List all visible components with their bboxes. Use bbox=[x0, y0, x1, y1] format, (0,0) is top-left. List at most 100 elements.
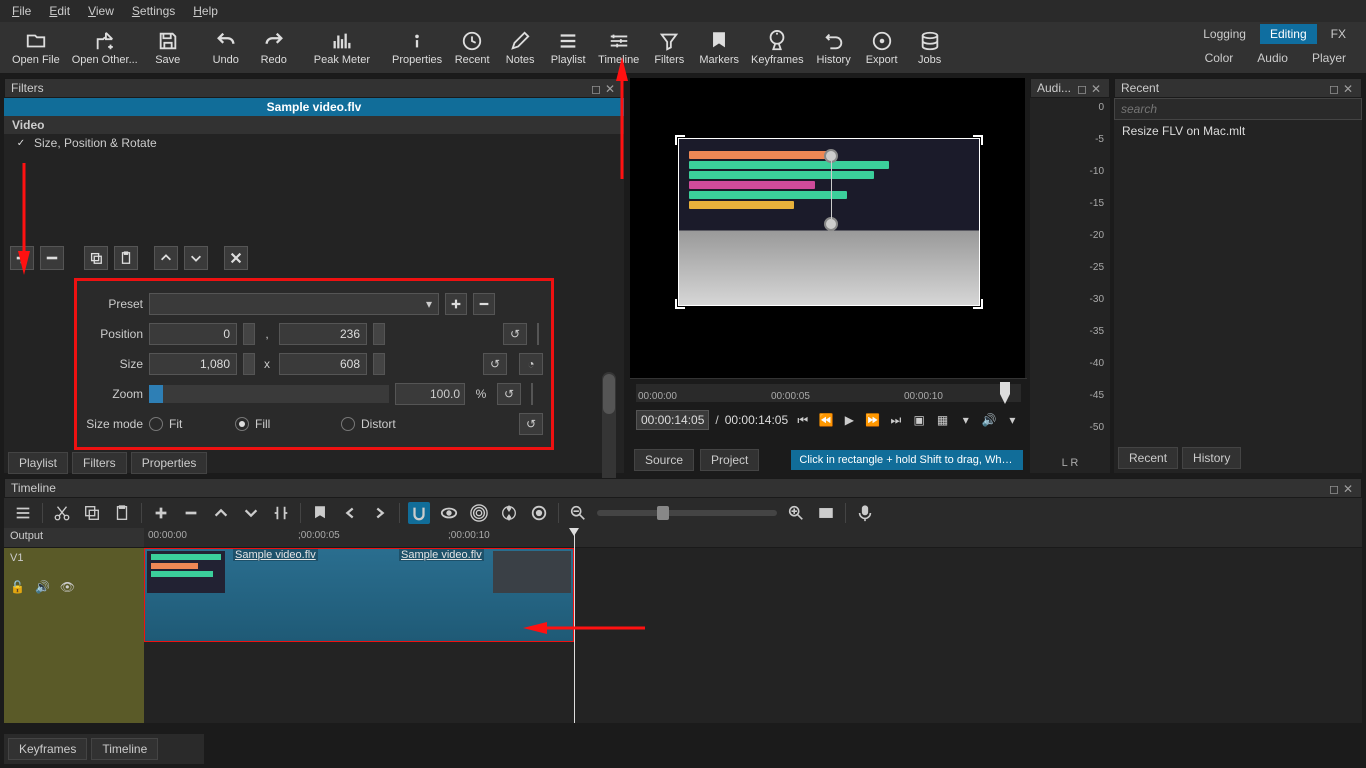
undock-icon[interactable]: ◻ bbox=[1329, 482, 1341, 494]
filters-button[interactable]: Filters bbox=[645, 23, 693, 73]
corner-bl[interactable] bbox=[675, 299, 685, 309]
scrub-playhead[interactable] bbox=[999, 382, 1011, 404]
open-other-button[interactable]: Open Other... bbox=[66, 23, 144, 73]
position-y-input[interactable] bbox=[279, 323, 367, 345]
ripple-icon[interactable] bbox=[468, 502, 490, 524]
mode-fit-radio[interactable] bbox=[149, 417, 163, 431]
ripple-markers-icon[interactable] bbox=[528, 502, 550, 524]
undo-button[interactable]: Undo bbox=[202, 23, 250, 73]
hide-icon[interactable]: 👁 bbox=[60, 580, 75, 594]
open-file-button[interactable]: Open File bbox=[6, 23, 66, 73]
recent-item[interactable]: Resize FLV on Mac.mlt bbox=[1114, 120, 1362, 142]
corner-br[interactable] bbox=[973, 299, 983, 309]
scrub-audio-icon[interactable] bbox=[438, 502, 460, 524]
source-tab[interactable]: Source bbox=[634, 449, 694, 471]
menu-help[interactable]: Help bbox=[185, 2, 226, 20]
add-filter-button[interactable] bbox=[10, 246, 34, 270]
tab-properties[interactable]: Properties bbox=[131, 452, 208, 474]
mode-fill-radio[interactable] bbox=[235, 417, 249, 431]
position-x-spinner[interactable] bbox=[243, 323, 255, 345]
notes-button[interactable]: Notes bbox=[496, 23, 544, 73]
zoom-in-icon[interactable] bbox=[785, 502, 807, 524]
zoom-out-icon[interactable] bbox=[567, 502, 589, 524]
recent-search-input[interactable] bbox=[1114, 98, 1362, 120]
volume-icon[interactable]: 🔊 bbox=[980, 411, 997, 429]
lock-icon[interactable]: 🔓 bbox=[10, 580, 25, 594]
mode-logging[interactable]: Logging bbox=[1193, 24, 1256, 44]
markers-button[interactable]: Markers bbox=[693, 23, 745, 73]
position-x-input[interactable] bbox=[149, 323, 237, 345]
copy-filter-button[interactable] bbox=[84, 246, 108, 270]
overwrite-icon[interactable] bbox=[240, 502, 262, 524]
tab-keyframes[interactable]: Keyframes bbox=[8, 738, 87, 760]
ripple-all-icon[interactable] bbox=[498, 502, 520, 524]
tab-timeline[interactable]: Timeline bbox=[91, 738, 158, 760]
grid-icon[interactable]: ▦ bbox=[934, 411, 951, 429]
menu-file[interactable]: File bbox=[4, 2, 39, 20]
append-icon[interactable] bbox=[150, 502, 172, 524]
fast-forward-icon[interactable]: ⏩ bbox=[864, 411, 881, 429]
split-icon[interactable] bbox=[270, 502, 292, 524]
remove-filter-button[interactable] bbox=[40, 246, 64, 270]
preset-add-button[interactable] bbox=[445, 293, 467, 315]
timeline-ruler[interactable]: 00:00:00 ;00:00:05 ;00:00:10 bbox=[144, 528, 1362, 548]
menu-edit[interactable]: Edit bbox=[41, 2, 78, 20]
copy-icon[interactable] bbox=[81, 502, 103, 524]
player-scrubber[interactable]: 00:00:00 00:00:05 00:00:10 bbox=[630, 378, 1027, 406]
filter-enabled-check[interactable]: ✓ bbox=[14, 136, 28, 150]
recent-button[interactable]: Recent bbox=[448, 23, 496, 73]
video-frame[interactable] bbox=[678, 138, 980, 306]
undock-icon[interactable]: ◻ bbox=[1329, 82, 1341, 94]
redo-button[interactable]: Redo bbox=[250, 23, 298, 73]
timeline-clip[interactable]: Sample video.flv Sample video.flv bbox=[144, 548, 574, 642]
play-icon[interactable]: ▶ bbox=[841, 411, 858, 429]
zoom-slider[interactable] bbox=[149, 385, 389, 403]
size-h-input[interactable] bbox=[279, 353, 367, 375]
mute-icon[interactable]: 🔊 bbox=[35, 580, 50, 594]
sizemode-reset[interactable]: ↺ bbox=[519, 413, 543, 435]
export-button[interactable]: Export bbox=[858, 23, 906, 73]
size-w-spinner[interactable] bbox=[243, 353, 255, 375]
zoom-value[interactable]: 100.0 bbox=[395, 383, 465, 405]
position-reset[interactable]: ↺ bbox=[503, 323, 527, 345]
lift-icon[interactable] bbox=[210, 502, 232, 524]
corner-tl[interactable] bbox=[675, 135, 685, 145]
track-v1-header[interactable]: V1 🔓 🔊 👁 bbox=[4, 548, 144, 723]
zoom-reset[interactable]: ↺ bbox=[497, 383, 521, 405]
history-button[interactable]: History bbox=[810, 23, 858, 73]
corner-tr[interactable] bbox=[973, 135, 983, 145]
marker-icon[interactable] bbox=[309, 502, 331, 524]
mode-color[interactable]: Color bbox=[1195, 48, 1244, 68]
current-timecode[interactable]: 00:00:14:05 bbox=[636, 410, 709, 430]
timeline-menu-icon[interactable] bbox=[12, 502, 34, 524]
tab-filters[interactable]: Filters bbox=[72, 452, 127, 474]
keyframes-button[interactable]: Keyframes bbox=[745, 23, 810, 73]
mode-fx[interactable]: FX bbox=[1321, 24, 1356, 44]
preset-remove-button[interactable] bbox=[473, 293, 495, 315]
record-audio-icon[interactable] bbox=[854, 502, 876, 524]
move-filter-down[interactable] bbox=[184, 246, 208, 270]
recent-tab[interactable]: Recent bbox=[1118, 447, 1178, 469]
size-w-input[interactable] bbox=[149, 353, 237, 375]
mode-editing[interactable]: Editing bbox=[1260, 24, 1317, 44]
size-reset[interactable]: ↺ bbox=[483, 353, 507, 375]
transform-handle-center[interactable] bbox=[824, 217, 838, 231]
remove-icon[interactable] bbox=[180, 502, 202, 524]
slider-handle[interactable] bbox=[657, 506, 669, 520]
preset-select[interactable]: ▾ bbox=[149, 293, 439, 315]
grid-dropdown-icon[interactable]: ▾ bbox=[957, 411, 974, 429]
timeline-tracks[interactable]: 00:00:00 ;00:00:05 ;00:00:10 Sample vide… bbox=[144, 528, 1362, 723]
size-h-spinner[interactable] bbox=[373, 353, 385, 375]
paste-icon[interactable] bbox=[111, 502, 133, 524]
peak-meter-button[interactable]: Peak Meter bbox=[308, 23, 376, 73]
filter-item[interactable]: ✓ Size, Position & Rotate bbox=[4, 134, 624, 152]
mode-player[interactable]: Player bbox=[1302, 48, 1356, 68]
undock-icon[interactable]: ◻ bbox=[591, 82, 603, 94]
tab-playlist[interactable]: Playlist bbox=[8, 452, 68, 474]
close-icon[interactable]: ✕ bbox=[1343, 482, 1355, 494]
move-filter-up[interactable] bbox=[154, 246, 178, 270]
position-y-spinner[interactable] bbox=[373, 323, 385, 345]
project-tab[interactable]: Project bbox=[700, 449, 759, 471]
snap-icon[interactable] bbox=[408, 502, 430, 524]
volume-dropdown-icon[interactable]: ▾ bbox=[1004, 411, 1021, 429]
